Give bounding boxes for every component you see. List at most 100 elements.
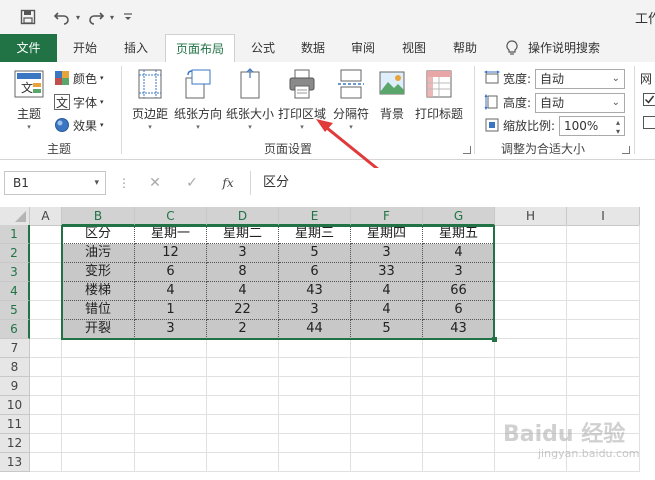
cell-h4[interactable] — [495, 282, 567, 301]
customize-quick-access-icon[interactable] — [118, 7, 138, 27]
tab-help[interactable]: 帮助 — [442, 34, 488, 62]
tab-review[interactable]: 审阅 — [340, 34, 386, 62]
cell-e4[interactable]: 43 — [279, 282, 351, 301]
cell-d11[interactable] — [207, 415, 279, 434]
cancel-icon[interactable]: ✕ — [145, 173, 165, 193]
cell-f13[interactable] — [351, 453, 423, 472]
select-all-corner[interactable] — [0, 207, 30, 226]
background-button[interactable]: 背景 — [374, 68, 410, 122]
spinner-arrows-icon[interactable]: ▴ ▾ — [616, 118, 620, 136]
cell-c12[interactable] — [135, 434, 207, 453]
cell-e8[interactable] — [279, 358, 351, 377]
cell-e11[interactable] — [279, 415, 351, 434]
cell-b5[interactable]: 错位 — [62, 301, 135, 320]
margins-button[interactable]: 页边距 ▾ — [128, 68, 172, 132]
cell-b13[interactable] — [62, 453, 135, 472]
cell-g5[interactable]: 6 — [423, 301, 495, 320]
row-header-13[interactable]: 13 — [0, 453, 30, 472]
cell-c8[interactable] — [135, 358, 207, 377]
formula-input[interactable]: 区分 — [250, 171, 655, 195]
cell-i1[interactable] — [567, 225, 640, 244]
cell-i7[interactable] — [567, 339, 640, 358]
cell-d1[interactable]: 星期二 — [207, 225, 279, 244]
cell-c9[interactable] — [135, 377, 207, 396]
cell-e6[interactable]: 44 — [279, 320, 351, 339]
cell-c1[interactable]: 星期一 — [135, 225, 207, 244]
cell-a12[interactable] — [30, 434, 62, 453]
cell-d8[interactable] — [207, 358, 279, 377]
cell-i8[interactable] — [567, 358, 640, 377]
cell-i10[interactable] — [567, 396, 640, 415]
cell-f10[interactable] — [351, 396, 423, 415]
row-header-1[interactable]: 1 — [0, 225, 30, 244]
cell-c11[interactable] — [135, 415, 207, 434]
size-button[interactable]: 纸张大小 ▾ — [226, 68, 274, 132]
effects-button[interactable]: 效果 ▾ — [54, 115, 104, 135]
orientation-button[interactable]: 纸张方向 ▾ — [174, 68, 222, 132]
cell-g8[interactable] — [423, 358, 495, 377]
cell-d5[interactable]: 22 — [207, 301, 279, 320]
undo-dropdown-icon[interactable]: ▾ — [68, 7, 88, 27]
cell-c13[interactable] — [135, 453, 207, 472]
cell-f12[interactable] — [351, 434, 423, 453]
enter-icon[interactable]: ✓ — [182, 173, 202, 193]
fonts-button[interactable]: 文 字体 ▾ — [54, 92, 104, 112]
tab-formulas[interactable]: 公式 — [240, 34, 286, 62]
cell-a8[interactable] — [30, 358, 62, 377]
cell-e12[interactable] — [279, 434, 351, 453]
cell-g10[interactable] — [423, 396, 495, 415]
row-header-8[interactable]: 8 — [0, 358, 30, 377]
cell-h1[interactable] — [495, 225, 567, 244]
row-header-6[interactable]: 6 — [0, 320, 30, 339]
cell-a11[interactable] — [30, 415, 62, 434]
cell-f8[interactable] — [351, 358, 423, 377]
cell-e9[interactable] — [279, 377, 351, 396]
cell-i3[interactable] — [567, 263, 640, 282]
cell-b6[interactable]: 开裂 — [62, 320, 135, 339]
cell-e3[interactable]: 6 — [279, 263, 351, 282]
cell-g6[interactable]: 43 — [423, 320, 495, 339]
cell-f6[interactable]: 5 — [351, 320, 423, 339]
cell-a10[interactable] — [30, 396, 62, 415]
name-box[interactable]: B1 ▾ — [4, 171, 106, 195]
cell-d9[interactable] — [207, 377, 279, 396]
cell-c3[interactable]: 6 — [135, 263, 207, 282]
gridlines-print-checkbox[interactable] — [643, 116, 655, 129]
cell-h8[interactable] — [495, 358, 567, 377]
tell-me-search[interactable]: 操作说明搜索 — [528, 34, 614, 62]
cell-e5[interactable]: 3 — [279, 301, 351, 320]
cell-d10[interactable] — [207, 396, 279, 415]
cell-a2[interactable] — [30, 244, 62, 263]
row-header-11[interactable]: 11 — [0, 415, 30, 434]
cell-b1[interactable]: 区分 — [62, 225, 135, 244]
gridlines-view-checkbox[interactable] — [643, 93, 655, 106]
cell-i4[interactable] — [567, 282, 640, 301]
cell-c5[interactable]: 1 — [135, 301, 207, 320]
cell-c7[interactable] — [135, 339, 207, 358]
colors-button[interactable]: 颜色 ▾ — [54, 68, 104, 88]
themes-button[interactable]: 文 主题 ▾ — [8, 68, 50, 132]
cell-g3[interactable]: 3 — [423, 263, 495, 282]
cell-c6[interactable]: 3 — [135, 320, 207, 339]
row-header-7[interactable]: 7 — [0, 339, 30, 358]
cell-f3[interactable]: 33 — [351, 263, 423, 282]
row-header-3[interactable]: 3 — [0, 263, 30, 282]
scale-launcher-icon[interactable] — [622, 146, 630, 154]
print-area-button[interactable]: 打印区域 ▾ — [277, 68, 327, 132]
column-header-c[interactable]: C — [135, 207, 207, 226]
cell-h2[interactable] — [495, 244, 567, 263]
cell-h3[interactable] — [495, 263, 567, 282]
cell-a7[interactable] — [30, 339, 62, 358]
insert-function-button[interactable]: fx — [218, 173, 238, 193]
breaks-button[interactable]: 分隔符 ▾ — [330, 68, 372, 132]
scale-spinner[interactable]: 100% ▴ ▾ — [559, 116, 625, 136]
cell-a4[interactable] — [30, 282, 62, 301]
cell-g1[interactable]: 星期五 — [423, 225, 495, 244]
row-header-12[interactable]: 12 — [0, 434, 30, 453]
cell-c4[interactable]: 4 — [135, 282, 207, 301]
cell-a6[interactable] — [30, 320, 62, 339]
cell-a5[interactable] — [30, 301, 62, 320]
cell-g12[interactable] — [423, 434, 495, 453]
height-dropdown[interactable]: 自动 ⌄ — [535, 93, 625, 113]
cell-g9[interactable] — [423, 377, 495, 396]
